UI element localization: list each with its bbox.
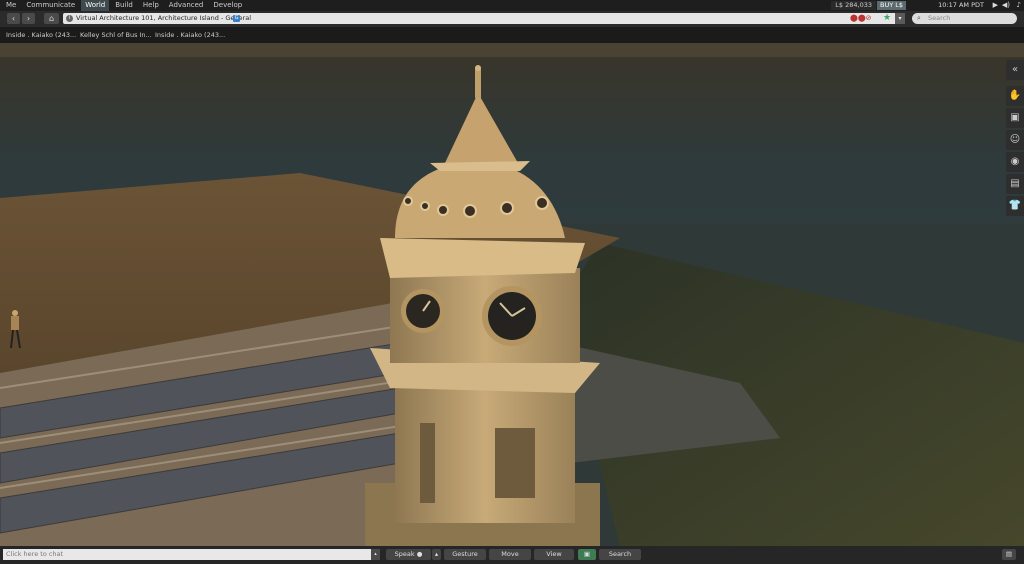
clock: 10:17 AM PDT	[938, 1, 984, 9]
play-icon[interactable]: ▶	[993, 0, 998, 11]
horizon-haze	[0, 43, 1024, 57]
home-icon[interactable]: ⌂	[44, 13, 59, 24]
favorite-landmark[interactable]: Kelley Schl of Bus In...	[80, 27, 152, 43]
favorite-landmark[interactable]: Inside . Kaiako (243...	[6, 27, 76, 43]
favorite-landmark[interactable]: Inside . Kaiako (243...	[155, 27, 225, 43]
people-icon[interactable]: ☺	[1006, 130, 1024, 150]
forward-arrow-icon[interactable]: ›	[22, 13, 35, 24]
places-icon[interactable]: ◉	[1006, 152, 1024, 172]
favorites-bar: Inside . Kaiako (243... Kelley Schl of B…	[0, 27, 1024, 43]
menu-develop[interactable]: Develop	[209, 0, 246, 11]
search-button[interactable]: Search	[599, 549, 641, 560]
search-input[interactable]: ⌕ Search	[912, 13, 1017, 24]
chat-history-icon[interactable]: ▴	[371, 549, 380, 560]
snapshot-icon[interactable]: ▣	[578, 549, 596, 560]
menu-advanced[interactable]: Advanced	[165, 0, 208, 11]
speak-button[interactable]: Speak ●	[386, 549, 431, 560]
speak-label: Speak	[394, 550, 415, 558]
favorite-star-icon[interactable]: ★	[883, 13, 891, 24]
navigation-bar: ‹ › ⌂ i Virtual Architecture 101, Archit…	[0, 11, 1024, 27]
move-button[interactable]: Move	[489, 549, 531, 560]
mic-icon[interactable]: ♪	[1017, 0, 1021, 11]
info-icon[interactable]: i	[66, 15, 73, 22]
3d-world-view[interactable]	[0, 43, 1024, 546]
inventory-icon[interactable]: ▤	[1006, 174, 1024, 194]
location-input[interactable]: i Virtual Architecture 101, Architecture…	[63, 13, 905, 24]
bottom-toolbar: Click here to chat ▴ Speak ● ▴ Gesture M…	[0, 546, 1024, 564]
view-button[interactable]: View	[534, 549, 574, 560]
location-text: Virtual Architecture 101, Architecture I…	[76, 14, 251, 22]
parcel-restriction-icons: ⬤⬤⊘	[850, 14, 872, 22]
collapse-icon[interactable]: «	[1006, 60, 1024, 80]
location-dropdown-icon[interactable]: ▾	[895, 13, 905, 24]
search-icon: ⌕	[917, 14, 921, 22]
speak-options-icon[interactable]: ▴	[432, 549, 441, 560]
balance-display[interactable]: L$ 284,033	[831, 1, 876, 10]
menu-me[interactable]: Me	[2, 0, 20, 11]
menu-world[interactable]: World	[81, 0, 110, 11]
gesture-hand-icon[interactable]: ✋	[1006, 86, 1024, 106]
search-placeholder: Search	[928, 14, 951, 22]
profile-card-icon[interactable]: ▣	[1006, 108, 1024, 128]
menu-help[interactable]: Help	[139, 0, 163, 11]
buy-currency-button[interactable]: BUY L$	[876, 1, 906, 10]
menu-bar: Me Communicate World Build Help Advanced Devel…	[0, 0, 1024, 11]
volume-icon[interactable]: ◀)	[1002, 0, 1010, 11]
general-rating-icon: G	[233, 15, 240, 22]
chat-input[interactable]: Click here to chat	[3, 549, 371, 560]
menu-communicate[interactable]: Communicate	[22, 0, 79, 11]
menu-build[interactable]: Build	[111, 0, 137, 11]
back-arrow-icon[interactable]: ‹	[7, 13, 20, 24]
appearance-icon[interactable]: 👕	[1006, 196, 1024, 216]
speak-indicator-icon: ●	[416, 550, 423, 558]
gesture-button[interactable]: Gesture	[444, 549, 486, 560]
chiclet-icon[interactable]: ▤	[1002, 549, 1016, 560]
